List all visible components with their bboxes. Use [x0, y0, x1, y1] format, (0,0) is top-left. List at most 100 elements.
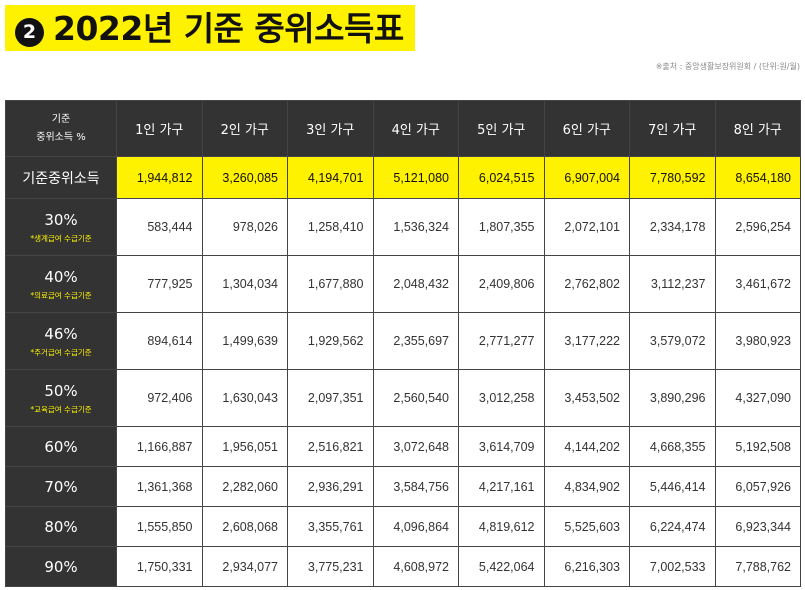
row-label: 30% *생계급여 수급기준	[5, 198, 117, 256]
table-cell: 2,771,277	[458, 312, 545, 370]
table-cell: 2,936,291	[287, 466, 374, 507]
table-cell: 7,780,592	[629, 156, 716, 199]
table-cell: 7,788,762	[714, 546, 801, 587]
table-cell: 3,072,648	[372, 426, 459, 467]
table-row: 40% *의료급여 수급기준 777,925 1,304,034 1,677,880 2,…	[5, 255, 801, 313]
row-percent-label: 40%	[44, 267, 78, 286]
table-cell: 3,584,756	[372, 466, 459, 507]
table-cell: 583,444	[116, 198, 203, 256]
table-cell: 2,355,697	[372, 312, 459, 370]
table-cell: 5,121,080	[372, 156, 459, 199]
column-header-2: 2인 가구	[201, 100, 288, 157]
row-percent-label: 50%	[44, 381, 78, 400]
table-cell: 4,194,701	[287, 156, 374, 199]
column-header-3: 3인 가구	[287, 100, 374, 157]
table-cell: 3,980,923	[714, 312, 801, 370]
table-cell: 1,361,368	[116, 466, 203, 507]
row-percent-label: 70%	[44, 477, 78, 496]
table-cell: 1,555,850	[116, 506, 203, 547]
table-cell: 5,525,603	[543, 506, 630, 547]
table-cell: 1,807,355	[458, 198, 545, 256]
table-cell: 7,002,533	[629, 546, 716, 587]
table-cell: 978,026	[201, 198, 288, 256]
row-label: 90%	[5, 546, 117, 587]
corner-line-2: 중위소득 %	[36, 131, 86, 143]
table-cell: 1,750,331	[116, 546, 203, 587]
table-cell: 3,012,258	[458, 369, 545, 427]
table-cell: 2,097,351	[287, 369, 374, 427]
table-cell: 1,258,410	[287, 198, 374, 256]
row-label: 46% *주거급여 수급기준	[5, 312, 117, 370]
table-cell: 4,608,972	[372, 546, 459, 587]
column-header-4: 4인 가구	[372, 100, 459, 157]
table-cell: 6,024,515	[458, 156, 545, 199]
column-header-1: 1인 가구	[116, 100, 203, 157]
table-cell: 3,614,709	[458, 426, 545, 467]
row-label: 40% *의료급여 수급기준	[5, 255, 117, 313]
benefit-criterion-note: *주거급여 수급기준	[30, 347, 92, 357]
table-cell: 1,630,043	[201, 369, 288, 427]
table-cell: 3,260,085	[201, 156, 288, 199]
table-cell: 4,819,612	[458, 506, 545, 547]
column-header-5: 5인 가구	[458, 100, 545, 157]
table-cell: 2,072,101	[543, 198, 630, 256]
source-note: ※출처 : 중앙생활보장위원회 / (단위:원/월)	[655, 62, 800, 71]
row-label: 70%	[5, 466, 117, 507]
table-cell: 1,304,034	[201, 255, 288, 313]
row-label: 60%	[5, 426, 117, 467]
table-cell: 3,579,072	[629, 312, 716, 370]
table-cell: 3,355,761	[287, 506, 374, 547]
table-cell: 1,956,051	[201, 426, 288, 467]
table-cell: 8,654,180	[714, 156, 801, 199]
table-cell: 6,216,303	[543, 546, 630, 587]
table-cell: 5,446,414	[629, 466, 716, 507]
table-cell: 6,224,474	[629, 506, 716, 547]
table-cell: 3,775,231	[287, 546, 374, 587]
row-label: 80%	[5, 506, 117, 547]
benefit-criterion-note: *의료급여 수급기준	[30, 290, 92, 300]
row-label: 기준중위소득	[5, 156, 117, 199]
table-row: 60% 1,166,887 1,956,051 2,516,821 3,072,648 3…	[5, 426, 801, 467]
table-cell: 2,596,254	[714, 198, 801, 256]
table-cell: 6,057,926	[714, 466, 801, 507]
row-percent-label: 60%	[44, 437, 78, 456]
row-percent-label: 90%	[44, 557, 78, 576]
table-cell: 972,406	[116, 369, 203, 427]
table-cell: 894,614	[116, 312, 203, 370]
table-row: 80% 1,555,850 2,608,068 3,355,761 4,096,864 4…	[5, 506, 801, 547]
table-cell: 4,144,202	[543, 426, 630, 467]
base-median-row: 기준중위소득 1,944,812 3,260,085 4,194,701 5,1…	[5, 156, 801, 199]
table-cell: 2,282,060	[201, 466, 288, 507]
corner-line-1: 기준	[51, 113, 71, 125]
table-cell: 3,461,672	[714, 255, 801, 313]
median-income-table: 기준 중위소득 % 1인 가구 2인 가구 3인 가구 4인 가구 5인 가구 …	[5, 100, 801, 587]
title-banner: 2 2022년 기준 중위소득표	[5, 5, 415, 51]
table-cell: 4,096,864	[372, 506, 459, 547]
page-title: 2022년 기준 중위소득표	[53, 9, 404, 48]
table-cell: 2,934,077	[201, 546, 288, 587]
table-cell: 4,668,355	[629, 426, 716, 467]
table-cell: 2,048,432	[372, 255, 459, 313]
table-cell: 2,762,802	[543, 255, 630, 313]
table-cell: 3,177,222	[543, 312, 630, 370]
row-percent-label: 46%	[44, 324, 78, 343]
number-badge: 2	[15, 18, 44, 47]
table-row: 50% *교육급여 수급기준 972,406 1,630,043 2,097,351 2,…	[5, 369, 801, 427]
table-cell: 2,608,068	[201, 506, 288, 547]
column-header-7: 7인 가구	[629, 100, 716, 157]
table-row: 90% 1,750,331 2,934,077 3,775,231 4,608,972 5…	[5, 546, 801, 587]
table-row: 70% 1,361,368 2,282,060 2,936,291 3,584,756 4…	[5, 466, 801, 507]
table-cell: 1,929,562	[287, 312, 374, 370]
table-cell: 4,834,902	[543, 466, 630, 507]
table-cell: 1,677,880	[287, 255, 374, 313]
table-cell: 4,217,161	[458, 466, 545, 507]
table-cell: 4,327,090	[714, 369, 801, 427]
table-cell: 3,453,502	[543, 369, 630, 427]
table-cell: 3,890,296	[629, 369, 716, 427]
table-cell: 2,560,540	[372, 369, 459, 427]
table-cell: 1,499,639	[201, 312, 288, 370]
table-cell: 5,192,508	[714, 426, 801, 467]
table-cell: 2,409,806	[458, 255, 545, 313]
table-cell: 6,907,004	[543, 156, 630, 199]
column-header-6: 6인 가구	[543, 100, 630, 157]
